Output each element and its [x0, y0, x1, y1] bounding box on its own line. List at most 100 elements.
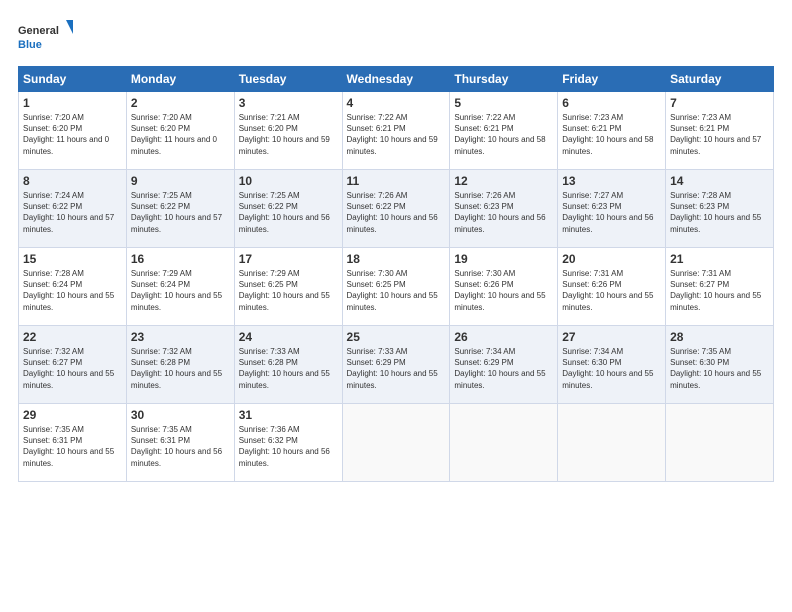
day-number: 11 [347, 174, 446, 188]
svg-text:General: General [18, 25, 59, 37]
week-row-4: 22Sunrise: 7:32 AMSunset: 6:27 PMDayligh… [19, 326, 774, 404]
day-number: 29 [23, 408, 122, 422]
day-number: 21 [670, 252, 769, 266]
calendar-cell: 4Sunrise: 7:22 AMSunset: 6:21 PMDaylight… [342, 92, 450, 170]
calendar-cell: 16Sunrise: 7:29 AMSunset: 6:24 PMDayligh… [126, 248, 234, 326]
calendar-cell: 19 Sunrise: 7:30 AMSunset: 6:26 PMDayligh… [450, 248, 558, 326]
calendar-page: General Blue SundayMondayTuesdayWednesda… [0, 0, 792, 612]
day-number: 22 [23, 330, 122, 344]
day-number: 19 [454, 252, 553, 266]
day-number: 7 [670, 96, 769, 110]
logo-svg: General Blue [18, 18, 73, 58]
calendar-cell [666, 404, 774, 482]
day-number: 1 [23, 96, 122, 110]
day-info: Sunrise: 7:29 AMSunset: 6:24 PMDaylight:… [131, 269, 222, 312]
calendar-cell [558, 404, 666, 482]
day-info: Sunrise: 7:31 AMSunset: 6:27 PMDaylight:… [670, 269, 761, 312]
header-saturday: Saturday [666, 67, 774, 92]
logo: General Blue [18, 18, 73, 58]
day-info: Sunrise: 7:30 AMSunset: 6:25 PMDaylight:… [347, 269, 438, 312]
calendar-cell: 1 Sunrise: 7:20 AMSunset: 6:20 PMDaylight… [19, 92, 127, 170]
day-info: Sunrise: 7:24 AMSunset: 6:22 PMDaylight:… [23, 191, 114, 234]
day-number: 26 [454, 330, 553, 344]
calendar-cell: 2 Sunrise: 7:20 AMSunset: 6:20 PMDaylight… [126, 92, 234, 170]
calendar-cell: 18 Sunrise: 7:30 AMSunset: 6:25 PMDayligh… [342, 248, 450, 326]
day-info: Sunrise: 7:30 AMSunset: 6:26 PMDaylight:… [454, 269, 545, 312]
day-info: Sunrise: 7:35 AMSunset: 6:31 PMDaylight:… [23, 425, 114, 468]
day-number: 30 [131, 408, 230, 422]
day-number: 14 [670, 174, 769, 188]
calendar-cell: 22Sunrise: 7:32 AMSunset: 6:27 PMDayligh… [19, 326, 127, 404]
calendar-cell: 8Sunrise: 7:24 AMSunset: 6:22 PMDaylight… [19, 170, 127, 248]
day-number: 24 [239, 330, 338, 344]
day-info: Sunrise: 7:34 AMSunset: 6:30 PMDaylight:… [562, 347, 653, 390]
header-tuesday: Tuesday [234, 67, 342, 92]
calendar-cell: 5 Sunrise: 7:22 AMSunset: 6:21 PMDaylight… [450, 92, 558, 170]
header-wednesday: Wednesday [342, 67, 450, 92]
calendar-cell [450, 404, 558, 482]
day-number: 2 [131, 96, 230, 110]
calendar-cell: 7 Sunrise: 7:23 AMSunset: 6:21 PMDaylight… [666, 92, 774, 170]
day-info: Sunrise: 7:25 AMSunset: 6:22 PMDaylight:… [239, 191, 330, 234]
day-info: Sunrise: 7:23 AMSunset: 6:21 PMDaylight:… [562, 113, 653, 156]
day-number: 6 [562, 96, 661, 110]
day-info: Sunrise: 7:32 AMSunset: 6:28 PMDaylight:… [131, 347, 222, 390]
calendar-cell: 31 Sunrise: 7:36 AMSunset: 6:32 PMDayligh… [234, 404, 342, 482]
day-number: 28 [670, 330, 769, 344]
calendar-cell: 28Sunrise: 7:35 AMSunset: 6:30 PMDayligh… [666, 326, 774, 404]
day-info: Sunrise: 7:21 AMSunset: 6:20 PMDaylight:… [239, 113, 330, 156]
day-number: 18 [347, 252, 446, 266]
header-monday: Monday [126, 67, 234, 92]
day-info: Sunrise: 7:26 AMSunset: 6:22 PMDaylight:… [347, 191, 438, 234]
calendar-cell: 12 Sunrise: 7:26 AMSunset: 6:23 PMDayligh… [450, 170, 558, 248]
day-info: Sunrise: 7:20 AMSunset: 6:20 PMDaylight:… [23, 113, 109, 156]
week-row-2: 8Sunrise: 7:24 AMSunset: 6:22 PMDaylight… [19, 170, 774, 248]
calendar-cell: 30Sunrise: 7:35 AMSunset: 6:31 PMDayligh… [126, 404, 234, 482]
calendar-cell: 25 Sunrise: 7:33 AMSunset: 6:29 PMDayligh… [342, 326, 450, 404]
calendar-cell: 6 Sunrise: 7:23 AMSunset: 6:21 PMDaylight… [558, 92, 666, 170]
calendar-cell: 21 Sunrise: 7:31 AMSunset: 6:27 PMDayligh… [666, 248, 774, 326]
svg-text:Blue: Blue [18, 39, 42, 51]
day-number: 10 [239, 174, 338, 188]
day-info: Sunrise: 7:33 AMSunset: 6:29 PMDaylight:… [347, 347, 438, 390]
calendar-cell: 27 Sunrise: 7:34 AMSunset: 6:30 PMDayligh… [558, 326, 666, 404]
day-number: 17 [239, 252, 338, 266]
header-row: SundayMondayTuesdayWednesdayThursdayFrid… [19, 67, 774, 92]
calendar-cell: 26 Sunrise: 7:34 AMSunset: 6:29 PMDayligh… [450, 326, 558, 404]
day-info: Sunrise: 7:20 AMSunset: 6:20 PMDaylight:… [131, 113, 217, 156]
day-number: 27 [562, 330, 661, 344]
header: General Blue [18, 18, 774, 58]
day-info: Sunrise: 7:33 AMSunset: 6:28 PMDaylight:… [239, 347, 330, 390]
calendar-cell: 15 Sunrise: 7:28 AMSunset: 6:24 PMDayligh… [19, 248, 127, 326]
calendar-cell: 23 Sunrise: 7:32 AMSunset: 6:28 PMDayligh… [126, 326, 234, 404]
day-info: Sunrise: 7:36 AMSunset: 6:32 PMDaylight:… [239, 425, 330, 468]
day-number: 31 [239, 408, 338, 422]
day-number: 9 [131, 174, 230, 188]
day-number: 20 [562, 252, 661, 266]
calendar-cell: 10 Sunrise: 7:25 AMSunset: 6:22 PMDayligh… [234, 170, 342, 248]
header-thursday: Thursday [450, 67, 558, 92]
day-info: Sunrise: 7:31 AMSunset: 6:26 PMDaylight:… [562, 269, 653, 312]
calendar-cell: 24 Sunrise: 7:33 AMSunset: 6:28 PMDayligh… [234, 326, 342, 404]
day-info: Sunrise: 7:28 AMSunset: 6:23 PMDaylight:… [670, 191, 761, 234]
day-number: 5 [454, 96, 553, 110]
header-sunday: Sunday [19, 67, 127, 92]
day-info: Sunrise: 7:26 AMSunset: 6:23 PMDaylight:… [454, 191, 545, 234]
calendar-cell: 14 Sunrise: 7:28 AMSunset: 6:23 PMDayligh… [666, 170, 774, 248]
calendar-cell: 29 Sunrise: 7:35 AMSunset: 6:31 PMDayligh… [19, 404, 127, 482]
day-info: Sunrise: 7:23 AMSunset: 6:21 PMDaylight:… [670, 113, 761, 156]
day-number: 12 [454, 174, 553, 188]
header-friday: Friday [558, 67, 666, 92]
week-row-5: 29 Sunrise: 7:35 AMSunset: 6:31 PMDayligh… [19, 404, 774, 482]
day-info: Sunrise: 7:22 AMSunset: 6:21 PMDaylight:… [454, 113, 545, 156]
day-info: Sunrise: 7:27 AMSunset: 6:23 PMDaylight:… [562, 191, 653, 234]
day-number: 15 [23, 252, 122, 266]
calendar-cell: 13 Sunrise: 7:27 AMSunset: 6:23 PMDayligh… [558, 170, 666, 248]
day-number: 13 [562, 174, 661, 188]
calendar-cell [342, 404, 450, 482]
day-number: 23 [131, 330, 230, 344]
day-number: 25 [347, 330, 446, 344]
day-info: Sunrise: 7:28 AMSunset: 6:24 PMDaylight:… [23, 269, 114, 312]
day-info: Sunrise: 7:34 AMSunset: 6:29 PMDaylight:… [454, 347, 545, 390]
day-info: Sunrise: 7:29 AMSunset: 6:25 PMDaylight:… [239, 269, 330, 312]
